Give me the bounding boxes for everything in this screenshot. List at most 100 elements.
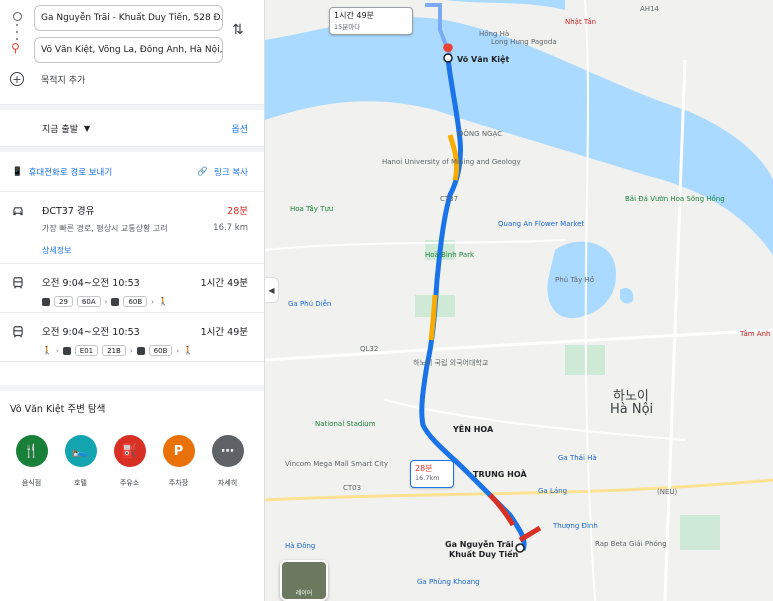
chevron-right-icon: › bbox=[151, 297, 154, 306]
copy-link-button[interactable]: 🔗 링크 복사 bbox=[197, 166, 248, 178]
map-label: Hồng Hà bbox=[479, 30, 510, 38]
swap-icon[interactable]: ⇅ bbox=[232, 22, 244, 38]
train-icon bbox=[13, 277, 23, 289]
chevron-right-icon: › bbox=[176, 346, 180, 355]
destination-pin-icon: ⚲ bbox=[11, 41, 20, 55]
map-label: Ga Phùng Khoang bbox=[417, 578, 480, 586]
parking-icon: P bbox=[162, 435, 195, 467]
map-label: (NEU) bbox=[657, 488, 678, 496]
add-destination-button[interactable]: + 목적지 추가 bbox=[10, 72, 85, 86]
bus-icon bbox=[111, 297, 120, 306]
road bbox=[265, 328, 773, 362]
category-label: 주차장 bbox=[168, 479, 189, 487]
more-icon: ⋯ bbox=[211, 435, 244, 467]
map-label: Long Hưng Pagoda bbox=[491, 38, 557, 46]
road-badge: CT03 bbox=[343, 484, 362, 492]
plus-icon: + bbox=[10, 72, 24, 86]
map-label: Vincom Mega Mall Smart City bbox=[285, 460, 389, 468]
traffic-segment bbox=[488, 493, 516, 527]
route-duration: 28분 bbox=[227, 206, 248, 217]
route-duration: 1시간 49분 bbox=[200, 327, 248, 338]
category-gas[interactable]: ⛽ 주유소 bbox=[105, 435, 154, 488]
bus-line-chip: 60B bbox=[148, 345, 173, 356]
road bbox=[265, 478, 773, 502]
road-badge: CT37 bbox=[440, 195, 459, 203]
bus-line-chip: 60A bbox=[76, 296, 101, 307]
route-option-transit[interactable]: 오전 9:04~오전 10:53 1시간 49분 29 60A › 60B › … bbox=[0, 264, 264, 313]
depart-label: 지금 출발 bbox=[42, 124, 78, 135]
bus-icon bbox=[136, 346, 145, 355]
category-more[interactable]: ⋯ 자세히 bbox=[203, 435, 252, 488]
restaurant-icon: 🍴 bbox=[15, 435, 48, 467]
bus-line-chip: 60B bbox=[123, 296, 148, 307]
depart-bar: 지금 출발 ▼ 옵션 bbox=[0, 110, 264, 146]
map-label: Bãi Đá Vườn Hoa Sông Hồng bbox=[625, 195, 725, 203]
road-badge: QL32 bbox=[360, 345, 379, 353]
map-canvas[interactable]: Võ Văn Kiệt Ga Nguyễn Trãi - Khuất Duy T… bbox=[265, 0, 773, 601]
share-bar: 📱 휴대전화로 경로 보내기 🔗 링크 복사 bbox=[0, 152, 264, 192]
options-button[interactable]: 옵션 bbox=[231, 122, 248, 135]
bus-line-chip: E01 bbox=[74, 345, 99, 356]
map-label: 하노이 국립 외국어대학교 bbox=[413, 359, 489, 367]
road-badge: AH14 bbox=[640, 5, 659, 13]
origin-input[interactable]: Ga Nguyễn Trãi - Khuất Duy Tiến, 528 Đ. … bbox=[34, 5, 223, 31]
layers-button[interactable]: 레이어 bbox=[280, 560, 328, 601]
category-list: 🍴 음식점 🛌 호텔 ⛽ 주유소 P 주차장 ⋯ 자세히 bbox=[0, 435, 264, 488]
caret-down-icon: ▼ bbox=[83, 123, 91, 133]
chevron-right-icon: › bbox=[55, 346, 59, 355]
map-label: Thượng Đình bbox=[553, 522, 598, 530]
send-to-phone-label: 휴대전화로 경로 보내기 bbox=[28, 167, 113, 178]
city-label: Hà Nội bbox=[610, 402, 654, 417]
bus-icon bbox=[42, 297, 50, 306]
bus-icon bbox=[62, 346, 71, 355]
map-label: ĐÔNG NGẠC bbox=[458, 130, 503, 138]
route-subtitle: 가장 빠른 경로, 평상시 교통상황 고려 bbox=[42, 224, 168, 233]
bus-line-chip: 29 bbox=[54, 296, 73, 307]
map-label: Quang An Flower Market bbox=[498, 220, 585, 228]
map-label: Hoa Tây Tựu bbox=[290, 205, 334, 213]
route-title: ĐCT37 경유 bbox=[42, 206, 95, 217]
directions-panel: ⚲ Ga Nguyễn Trãi - Khuất Duy Tiến, 528 Đ… bbox=[0, 0, 265, 601]
details-link[interactable]: 상세정보 bbox=[42, 245, 71, 256]
collapse-panel-button[interactable]: ◀ bbox=[265, 277, 279, 303]
map-label: National Stadium bbox=[315, 420, 376, 428]
map-label: Hoà Bình Park bbox=[425, 251, 475, 259]
chevron-right-icon: › bbox=[104, 297, 108, 306]
destination-input[interactable]: Võ Văn Kiệt, Võng La, Đông Anh, Hà Nội, … bbox=[34, 37, 223, 63]
walk-icon: 🚶 bbox=[183, 346, 194, 355]
map-label: Ga Thái Hà bbox=[558, 454, 597, 462]
depart-time-dropdown[interactable]: 지금 출발 ▼ bbox=[42, 122, 90, 135]
category-restaurants[interactable]: 🍴 음식점 bbox=[7, 435, 56, 488]
link-icon: 🔗 bbox=[197, 166, 209, 177]
transit-callout[interactable]: 1시간 49분 15분마다 bbox=[329, 7, 413, 35]
category-parking[interactable]: P 주차장 bbox=[154, 435, 203, 488]
dest-map-label: Võ Văn Kiệt bbox=[457, 55, 510, 64]
route-title: 오전 9:04~오전 10:53 bbox=[42, 327, 140, 338]
callout-time: 28분 bbox=[415, 464, 433, 473]
route-option-transit[interactable]: 오전 9:04~오전 10:53 1시간 49분 🚶 › E01 21B › 6… bbox=[0, 313, 264, 362]
river-north bbox=[445, 0, 565, 10]
send-to-phone-button[interactable]: 📱 휴대전화로 경로 보내기 bbox=[12, 166, 112, 178]
chevron-left-icon: ◀ bbox=[268, 285, 275, 295]
callout-frequency: 15분마다 bbox=[334, 23, 361, 31]
lake-truc-bach bbox=[620, 288, 634, 304]
car-icon bbox=[13, 207, 23, 216]
destination-dot bbox=[443, 53, 453, 63]
hotel-icon: 🛌 bbox=[64, 435, 97, 467]
map-label: Tâm Anh Hospital bbox=[740, 330, 773, 338]
map-label: Rap Beta Giải Phóng bbox=[595, 540, 667, 548]
map-label: Hà Đông bbox=[285, 542, 316, 550]
map-label: Ga Láng bbox=[538, 487, 568, 495]
route-option-car[interactable]: ĐCT37 경유 28분 가장 빠른 경로, 평상시 교통상황 고려 16.7 … bbox=[0, 192, 264, 264]
route-distance: 16.7 km bbox=[213, 223, 248, 233]
layers-label: 레이어 bbox=[295, 590, 313, 597]
explore-title: Võ Văn Kiệt 주변 탐색 bbox=[10, 404, 106, 415]
map-label: Ga Phú Diễn bbox=[288, 300, 332, 308]
category-hotels[interactable]: 🛌 호텔 bbox=[56, 435, 105, 488]
destination-pin bbox=[443, 43, 453, 52]
map-label: YÊN HOA bbox=[453, 425, 494, 434]
callout-time: 1시간 49분 bbox=[334, 11, 374, 20]
map-label: TRUNG HOÀ bbox=[473, 470, 527, 479]
route-duration: 1시간 49분 bbox=[200, 278, 248, 289]
driving-callout[interactable]: 28분 16.7km bbox=[410, 460, 454, 488]
